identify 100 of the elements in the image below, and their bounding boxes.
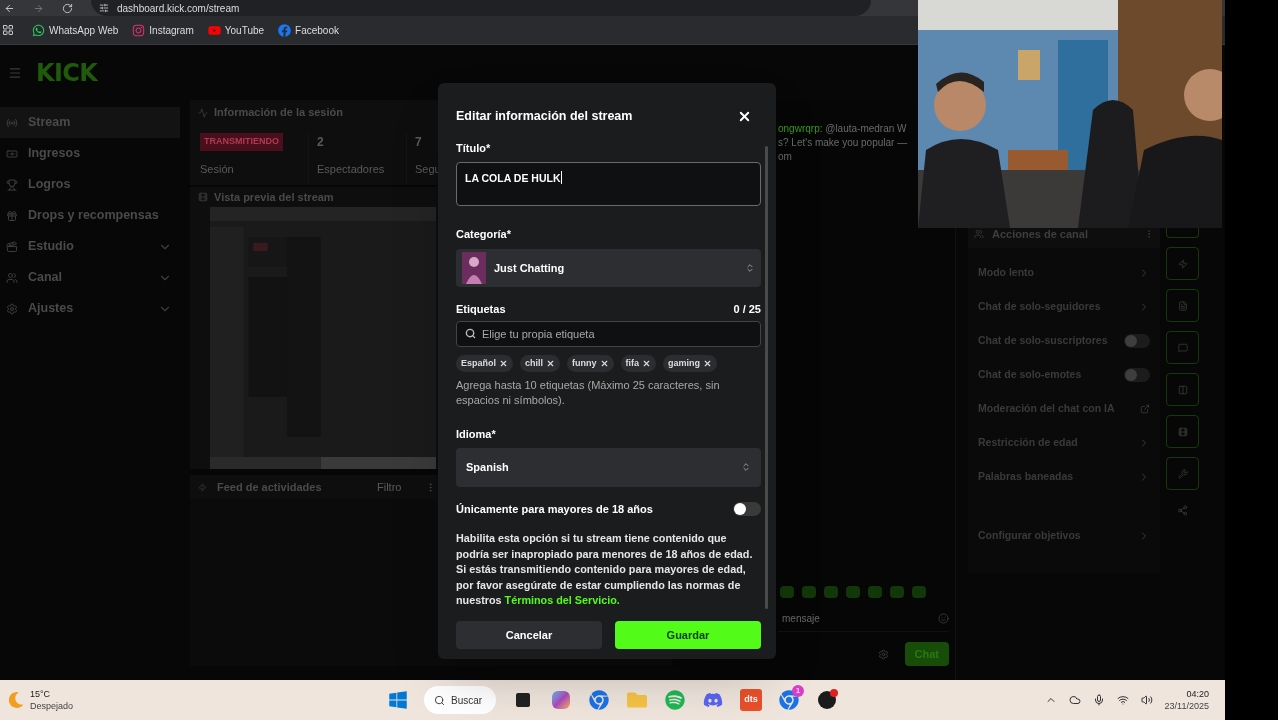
scrollbar[interactable] <box>765 145 768 609</box>
tag-chip[interactable]: gaming <box>663 355 718 373</box>
lightning-icon <box>1177 258 1188 269</box>
settings-icon[interactable] <box>877 648 889 660</box>
close-icon[interactable] <box>499 359 508 369</box>
modal-title: Editar información del stream <box>456 108 633 125</box>
adult-toggle[interactable] <box>733 502 761 516</box>
speaker-icon[interactable] <box>1140 694 1153 706</box>
rail-button[interactable] <box>1166 331 1199 364</box>
tag-chip[interactable]: funny <box>567 355 614 373</box>
document-icon <box>1177 300 1188 311</box>
microphone-icon[interactable] <box>1092 694 1105 706</box>
smile-icon[interactable] <box>938 613 949 624</box>
close-icon[interactable] <box>703 359 713 369</box>
external-link-icon <box>1140 404 1150 414</box>
users-icon <box>974 229 984 239</box>
banknote-icon <box>6 147 18 160</box>
bookmark-link[interactable]: Instagram <box>132 22 194 38</box>
emote-icon[interactable] <box>868 586 882 598</box>
sidebar-item[interactable]: Ingresos <box>0 138 180 169</box>
weather-condition: Despejado <box>30 700 74 712</box>
reload-icon[interactable] <box>62 2 73 14</box>
close-icon[interactable] <box>642 359 652 369</box>
toggle-switch[interactable] <box>1124 368 1150 382</box>
share-icon[interactable] <box>1177 505 1188 516</box>
search-icon <box>434 694 445 706</box>
field-label: Categoría* <box>456 227 513 243</box>
filter-button[interactable]: Filtro <box>377 478 402 496</box>
live-status: TRANSMITIENDO <box>200 133 283 151</box>
apps-icon[interactable] <box>2 24 14 36</box>
emote-icon[interactable] <box>912 586 926 598</box>
bookmark-link[interactable]: WhatsApp Web <box>32 22 119 38</box>
tag-chip[interactable]: chill <box>520 355 561 373</box>
back-icon[interactable] <box>4 2 15 14</box>
stat-value: 2 <box>317 134 324 151</box>
tag-search-field[interactable]: Elige tu propia etiqueta <box>456 321 761 348</box>
rail-button[interactable] <box>1166 415 1199 448</box>
rail-button[interactable] <box>1166 373 1199 406</box>
film-icon <box>1177 426 1188 437</box>
app-icon[interactable]: dts <box>740 689 762 711</box>
title-input[interactable]: LA COLA DE HULK <box>456 162 761 207</box>
updown-icon <box>745 262 755 273</box>
users-icon <box>6 271 18 284</box>
emote-icon[interactable] <box>824 586 838 598</box>
taskbar-search[interactable]: Buscar <box>424 686 496 714</box>
bookmark-link[interactable]: Facebook <box>278 22 339 38</box>
sidebar-item[interactable]: Canal <box>0 262 180 293</box>
wifi-icon[interactable] <box>1116 694 1129 706</box>
stat-value: 7 <box>415 134 422 151</box>
cancel-button[interactable]: Cancelar <box>456 620 602 649</box>
rail-button[interactable] <box>1166 457 1199 490</box>
temperature: 15°C <box>30 688 52 700</box>
four-squares-icon[interactable] <box>388 690 408 710</box>
sidebar-item[interactable]: Logros <box>0 169 180 200</box>
close-icon[interactable] <box>599 359 609 369</box>
film-icon <box>198 192 208 202</box>
cloud-icon[interactable] <box>1068 694 1081 706</box>
chat-message: ongwrqrp: @lauta-medran W s? Let's make you popular — om <box>778 122 909 164</box>
sidebar-item[interactable]: Ajustes <box>0 293 180 324</box>
stat-label: Espectadores <box>317 162 385 177</box>
clock-time: 04:20 <box>1186 688 1209 700</box>
adult-description: Habilita esta opción si tu stream tiene contenido que podría ser inapropiado para menores de 18 años de edad. Si estás transmitiendo contenido para mayores de edad, por favor asegúrate de estar cumpliendo las normas de nuestros Términos del Servicio. <box>456 531 754 609</box>
category-select[interactable]: Just Chatting <box>456 248 761 287</box>
rail-button[interactable] <box>1166 289 1199 322</box>
emote-icon[interactable] <box>890 586 904 598</box>
sidebar-item[interactable]: Drops y recompensas <box>0 200 180 231</box>
tag-chip[interactable]: fifa <box>620 355 657 373</box>
trophy-icon <box>6 178 18 191</box>
emote-icon[interactable] <box>802 586 816 598</box>
toggle-switch[interactable] <box>1124 334 1150 348</box>
search-icon <box>465 328 476 340</box>
close-icon[interactable] <box>546 359 556 369</box>
terms-link[interactable]: Términos del Servicio. <box>504 594 620 607</box>
bookmark-link[interactable]: YouTube <box>207 22 265 38</box>
chat-bubble-icon <box>32 23 45 37</box>
columns-icon <box>1177 384 1188 395</box>
emote-icon[interactable] <box>846 586 860 598</box>
circle-logo-icon[interactable] <box>588 689 610 711</box>
tag-chip[interactable]: Español <box>456 355 513 373</box>
toggle-label: Únicamente para mayores de 18 años <box>456 501 653 517</box>
panel-title: Feed de actividades <box>217 479 323 495</box>
language-select[interactable]: Spanish <box>456 447 761 487</box>
forward-icon[interactable] <box>33 2 44 14</box>
rail-button[interactable] <box>1166 247 1199 280</box>
camera-icon <box>132 23 146 37</box>
save-button[interactable]: Guardar <box>615 620 761 649</box>
menu-icon[interactable] <box>8 65 22 80</box>
site-settings-icon <box>99 3 109 13</box>
address-bar[interactable]: dashboard.kick.com/stream <box>91 0 871 16</box>
chat-input[interactable]: mensaje <box>778 608 934 629</box>
clapperboard-icon <box>6 240 18 253</box>
field-label: Idioma* <box>456 427 497 443</box>
round-app-icon[interactable] <box>816 689 838 711</box>
emote-icon[interactable] <box>780 586 794 598</box>
broadcast-icon <box>6 116 18 129</box>
sidebar-item[interactable]: Estudio <box>0 231 180 262</box>
chat-bubble-icon <box>1177 342 1188 353</box>
activity-icon <box>198 107 208 118</box>
moon-icon <box>8 692 24 708</box>
sound-waves-icon[interactable] <box>664 689 686 711</box>
